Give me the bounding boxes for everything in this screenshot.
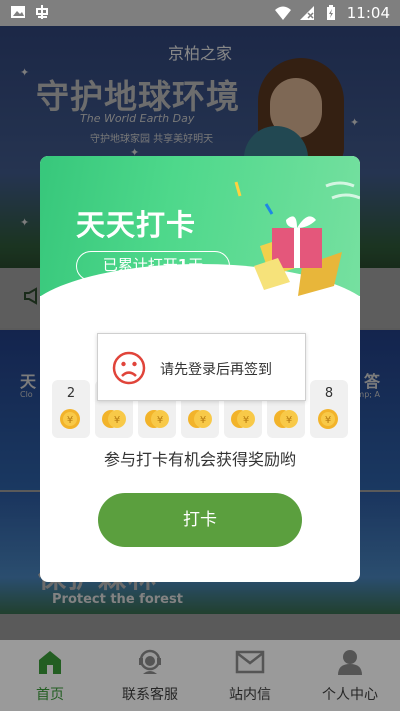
- nav-messages-label: 站内信: [229, 687, 271, 703]
- checkin-button[interactable]: 打卡: [98, 493, 302, 547]
- nav-home-label: 首页: [36, 687, 64, 703]
- coin-icon: ¥: [231, 410, 255, 428]
- checkin-days-suffix: 天: [188, 256, 204, 274]
- svg-text:¥: ¥: [67, 415, 73, 426]
- sad-face-icon: [112, 351, 146, 385]
- nav-messages[interactable]: 站内信: [200, 640, 300, 711]
- signal-icon: [299, 6, 314, 20]
- day-number: 2: [66, 386, 76, 401]
- nav-home[interactable]: 首页: [0, 640, 100, 711]
- checkin-title: 天天打卡: [76, 208, 197, 242]
- day-cell: 8 ¥: [310, 380, 348, 438]
- coin-icon: ¥: [145, 410, 169, 428]
- image-notification-icon: [11, 6, 25, 18]
- day-number: 8: [324, 386, 334, 401]
- reward-text: 参与打卡有机会获得奖励哟: [103, 450, 296, 469]
- nav-profile-label: 个人中心: [322, 687, 378, 703]
- status-bar: 11:04: [0, 0, 400, 26]
- mail-icon: [235, 650, 265, 674]
- svg-text:¥: ¥: [243, 415, 249, 426]
- coin-icon: ¥: [60, 409, 80, 429]
- gift-box-icon: [254, 216, 342, 296]
- app-notification-icon: [36, 5, 48, 19]
- checkin-modal-header: 天天打卡 已累计打开1天: [40, 156, 360, 324]
- coin-icon: ¥: [318, 409, 338, 429]
- nav-customer-service[interactable]: 联系客服: [100, 640, 200, 711]
- toast-message: 请先登录后再签到: [160, 362, 272, 378]
- customer-service-icon: [139, 649, 161, 674]
- user-icon: [338, 650, 362, 675]
- svg-text:¥: ¥: [325, 415, 331, 426]
- nav-profile[interactable]: 个人中心: [300, 640, 400, 711]
- checkin-days-pill: 已累计打开1天: [76, 251, 230, 281]
- home-icon: [39, 651, 61, 674]
- checkin-days-count: 1: [177, 256, 189, 274]
- nav-customer-service-label: 联系客服: [122, 687, 178, 703]
- coin-icon: ¥: [188, 410, 212, 428]
- checkin-days-prefix: 已累计打开: [102, 256, 178, 274]
- login-required-toast: 请先登录后再签到: [97, 333, 306, 401]
- wifi-icon: [274, 6, 291, 20]
- battery-icon: [326, 5, 335, 20]
- day-cell: 2 ¥: [52, 380, 90, 438]
- svg-text:¥: ¥: [114, 415, 120, 426]
- coin-icon: ¥: [102, 410, 126, 428]
- svg-text:¥: ¥: [200, 415, 206, 426]
- svg-text:¥: ¥: [157, 415, 163, 426]
- bottom-nav: 首页 联系客服 站内信 个人中心: [0, 640, 400, 711]
- status-time: 11:04: [346, 4, 390, 22]
- coin-icon: ¥: [274, 410, 298, 428]
- svg-text:¥: ¥: [286, 415, 292, 426]
